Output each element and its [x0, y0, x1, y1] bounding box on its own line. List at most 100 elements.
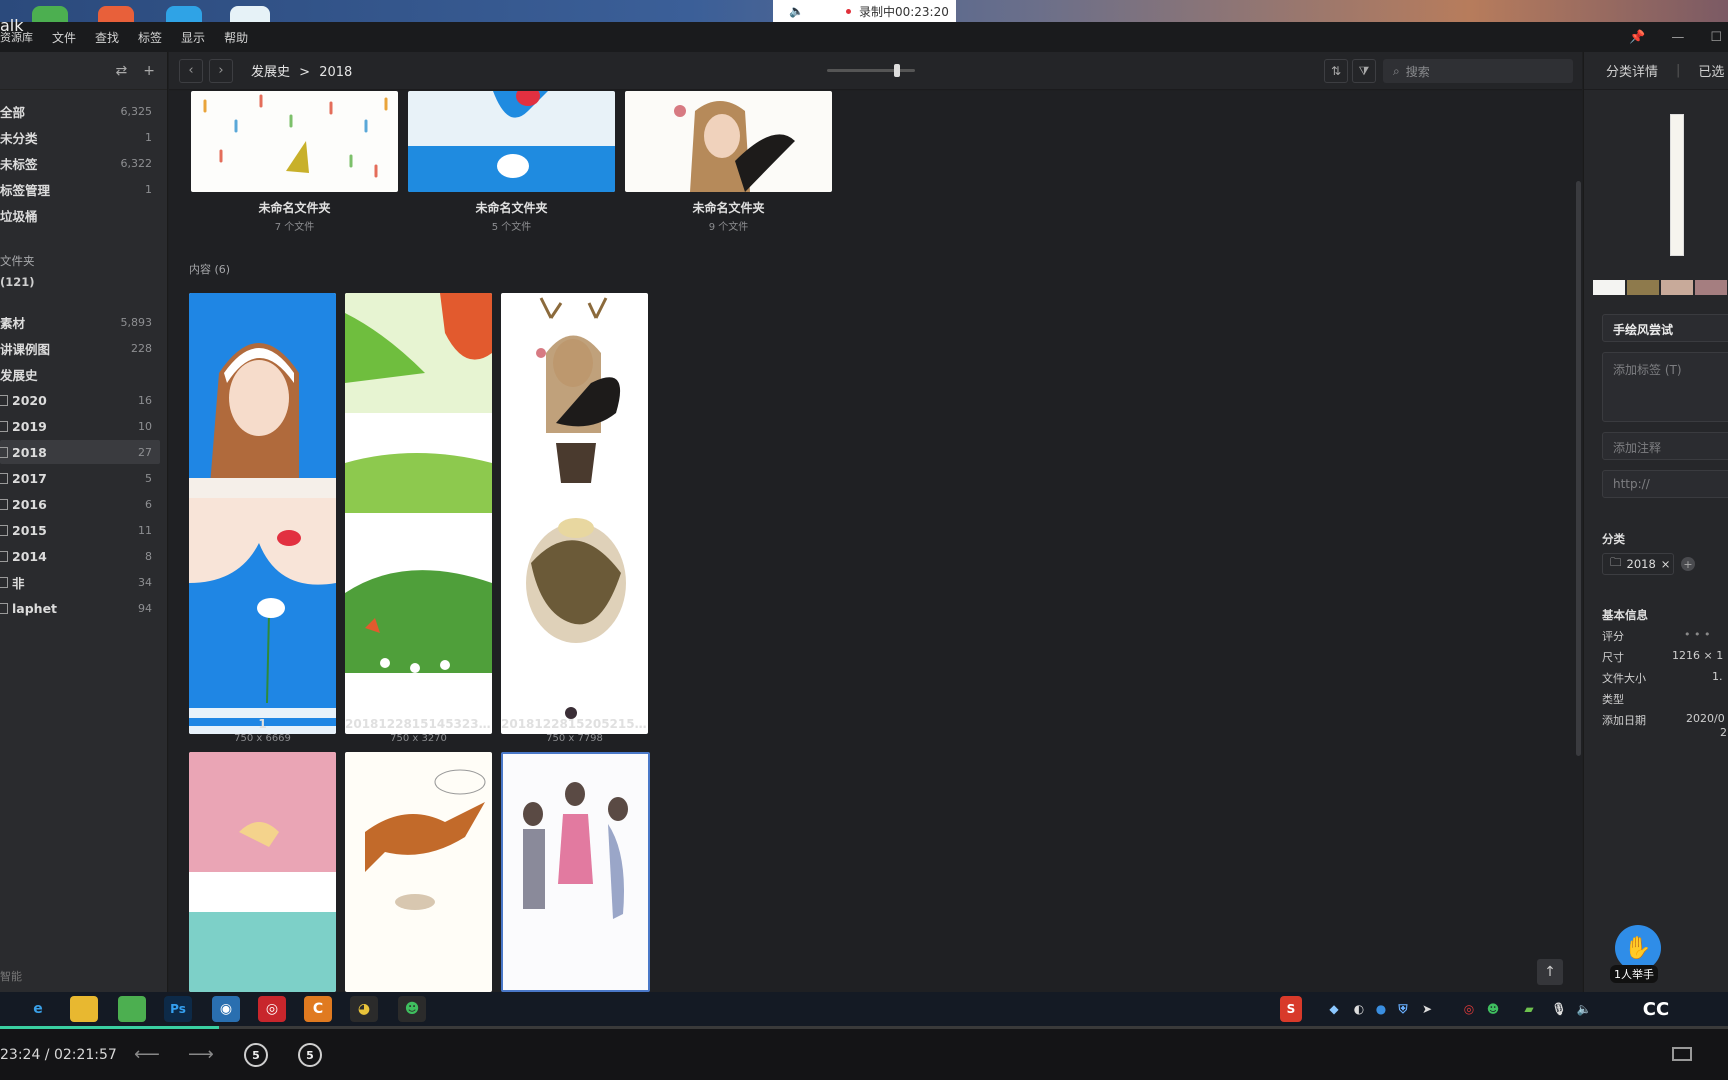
- sidebar-folder-history[interactable]: 发展史: [0, 362, 160, 386]
- app-icon[interactable]: C: [304, 996, 332, 1022]
- mic-icon[interactable]: 🎙: [1550, 996, 1568, 1022]
- tab-selected[interactable]: 已选: [1698, 61, 1724, 80]
- search-input[interactable]: ⌕ 搜索: [1383, 59, 1573, 83]
- chrome-icon[interactable]: ◕: [350, 996, 378, 1022]
- raise-hand-label: 1人举手: [1610, 965, 1658, 983]
- zoom-slider-knob[interactable]: [894, 64, 901, 77]
- breadcrumb-parent[interactable]: 发展史: [251, 65, 290, 80]
- eagle-icon[interactable]: ◉: [212, 996, 240, 1022]
- scroll-to-top-button[interactable]: ↑: [1537, 959, 1563, 985]
- sidebar-folder-laphet[interactable]: laphet 94: [0, 596, 160, 620]
- app-icon[interactable]: [118, 996, 146, 1022]
- add-icon[interactable]: +: [143, 63, 155, 79]
- nvidia-icon[interactable]: ▰: [1520, 996, 1538, 1022]
- url-input[interactable]: http://: [1602, 470, 1728, 498]
- back-button[interactable]: ‹: [179, 58, 203, 83]
- live-icon[interactable]: [230, 6, 270, 22]
- taskbar: e Ps ◉ ◎ C ◕ ☻ S ◆ ◐ ● ⛨ ➤ ◎ ☻ ▰ 🎙 🔈 CC: [0, 992, 1728, 1026]
- tray-icon[interactable]: ●: [1372, 996, 1390, 1022]
- image-thumbnail-art: [189, 752, 336, 992]
- maximize-button[interactable]: ☐: [1710, 30, 1722, 45]
- swap-icon[interactable]: ⇄: [116, 63, 128, 79]
- filter-button[interactable]: ⧩: [1352, 59, 1376, 83]
- add-category-icon[interactable]: +: [1681, 557, 1695, 571]
- image-thumbnail[interactable]: [501, 293, 648, 734]
- menu-item-help[interactable]: 帮助: [224, 29, 248, 46]
- forward-5-button[interactable]: 5: [298, 1043, 322, 1067]
- basic-info-label: 基本信息: [1602, 608, 1648, 622]
- ie-icon[interactable]: e: [24, 996, 52, 1022]
- sidebar-item-uncategorized[interactable]: 未分类 1: [0, 125, 160, 149]
- folder-icon: [0, 524, 8, 536]
- sogou-icon[interactable]: S: [1280, 996, 1302, 1022]
- tray-icon[interactable]: ◐: [1350, 996, 1368, 1022]
- color-swatch[interactable]: [1661, 280, 1693, 295]
- sidebar-folder-2017[interactable]: 2017 5: [0, 466, 160, 490]
- wechat-icon[interactable]: ☻: [398, 996, 426, 1022]
- send-icon[interactable]: ➤: [1418, 996, 1436, 1022]
- sidebar-folder-lecture[interactable]: 讲课例图 228: [0, 336, 160, 360]
- preview-thumbnail[interactable]: [1670, 114, 1684, 256]
- pin-icon[interactable]: 📌: [1629, 30, 1645, 45]
- speaker-icon[interactable]: 🔈: [789, 4, 804, 18]
- remove-category-icon[interactable]: ×: [1661, 557, 1671, 571]
- color-swatch[interactable]: [1695, 280, 1727, 295]
- sidebar-item-tag-manager[interactable]: 标签管理 1: [0, 177, 160, 201]
- folder-thumbnail[interactable]: [191, 91, 398, 192]
- image-thumbnail[interactable]: [345, 293, 492, 734]
- volume-icon[interactable]: 🔈: [1575, 996, 1593, 1022]
- sidebar-folder-2016[interactable]: 2016 6: [0, 492, 160, 516]
- sidebar-item-label: laphet: [12, 600, 58, 616]
- desktop-app-icon[interactable]: [98, 6, 134, 22]
- color-swatch[interactable]: [1593, 280, 1625, 295]
- desktop-app-icon[interactable]: [32, 6, 68, 22]
- folder-thumbnail[interactable]: [625, 91, 832, 192]
- content-scrollbar[interactable]: [1576, 181, 1581, 756]
- prev-arrow-icon[interactable]: ⟵: [134, 1044, 160, 1065]
- sidebar-folder-2015[interactable]: 2015 11: [0, 518, 160, 542]
- minimize-button[interactable]: —: [1671, 30, 1684, 45]
- sidebar-folder-2020[interactable]: 2020 16: [0, 388, 160, 412]
- image-thumbnail[interactable]: [345, 752, 492, 992]
- sidebar-folder-2018[interactable]: 2018 27: [0, 440, 160, 464]
- menu-item-tag[interactable]: 标签: [138, 29, 162, 46]
- menu-item-file[interactable]: 文件: [52, 29, 76, 46]
- explorer-icon[interactable]: [70, 996, 98, 1022]
- info-value-rating[interactable]: • • •: [1684, 628, 1710, 641]
- sort-button[interactable]: ⇅: [1324, 59, 1348, 83]
- tab-category-details[interactable]: 分类详情: [1606, 61, 1658, 80]
- forward-button[interactable]: ›: [209, 58, 233, 83]
- sidebar-folder-2014[interactable]: 2014 8: [0, 544, 160, 568]
- rewind-5-button[interactable]: 5: [244, 1043, 268, 1067]
- image-thumbnail[interactable]: [189, 752, 336, 992]
- tag-input[interactable]: 添加标签 (T): [1602, 352, 1728, 422]
- sidebar-footer[interactable]: 智能: [0, 968, 22, 984]
- tray-icon[interactable]: ◆: [1325, 996, 1343, 1022]
- photoshop-icon[interactable]: Ps: [164, 996, 192, 1022]
- desktop-app-icon[interactable]: [166, 6, 202, 22]
- tray-icon[interactable]: ☻: [1484, 996, 1502, 1022]
- menu-item-find[interactable]: 查找: [95, 29, 119, 46]
- fullscreen-icon[interactable]: [1672, 1047, 1692, 1061]
- netease-icon[interactable]: ◎: [258, 996, 286, 1022]
- color-swatch[interactable]: [1627, 280, 1659, 295]
- sidebar-folder-materials[interactable]: 素材 5,893: [0, 310, 160, 334]
- folder-name: 未命名文件夹: [692, 201, 765, 215]
- next-arrow-icon[interactable]: ⟶: [188, 1044, 214, 1065]
- sidebar-item-all[interactable]: 全部 6,325: [0, 99, 160, 123]
- sidebar-item-untagged[interactable]: 未标签 6,322: [0, 151, 160, 175]
- folder-icon: [0, 394, 8, 406]
- category-chip[interactable]: 🗀 2018 ×: [1602, 553, 1674, 575]
- image-thumbnail-selected[interactable]: [501, 752, 650, 992]
- image-thumbnail[interactable]: [189, 293, 336, 734]
- sidebar-folder-fei[interactable]: 非 34: [0, 570, 160, 594]
- zoom-slider[interactable]: [827, 64, 915, 77]
- sidebar-item-trash[interactable]: 垃圾桶: [0, 203, 160, 227]
- note-input[interactable]: 添加注释: [1602, 432, 1728, 460]
- tray-icon[interactable]: ◎: [1460, 996, 1478, 1022]
- menu-item-view[interactable]: 显示: [181, 29, 205, 46]
- shield-icon[interactable]: ⛨: [1394, 996, 1412, 1022]
- sidebar-folder-2019[interactable]: 2019 10: [0, 414, 160, 438]
- title-field[interactable]: 手绘风尝试: [1602, 314, 1728, 342]
- folder-thumbnail[interactable]: [408, 91, 615, 192]
